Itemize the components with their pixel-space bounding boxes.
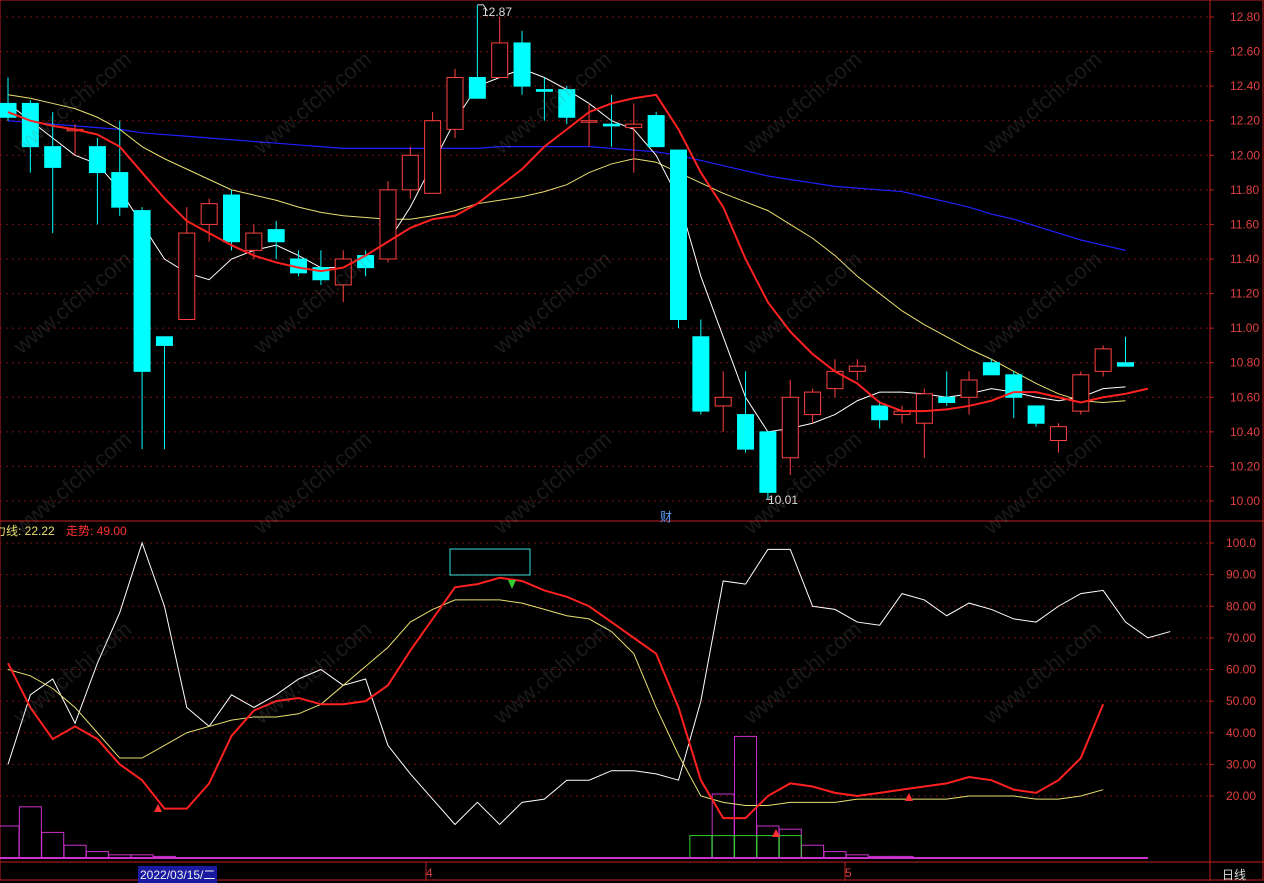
histogram-bar-green: [756, 835, 780, 859]
indicator-tick-label: 30.00: [1226, 757, 1256, 771]
candle-body: [401, 154, 419, 191]
sell-arrow-icon: [508, 580, 516, 589]
histogram-bar: [778, 828, 802, 859]
candle-body: [871, 405, 889, 421]
candle-body: [1049, 426, 1067, 441]
price-tick-label: 10.60: [1230, 390, 1260, 404]
candle-body: [804, 391, 822, 416]
finance-marker[interactable]: 财: [660, 508, 672, 525]
candle-body: [625, 123, 643, 129]
chart-frame: [0, 0, 1264, 881]
histogram-bar: [18, 806, 42, 859]
indicator-legend-line2: 走势: 49.00: [66, 524, 127, 538]
ma-blue-line: [7, 120, 1126, 251]
histogram-bar: [63, 844, 87, 859]
candle-body: [446, 77, 464, 130]
candle-body: [848, 365, 866, 372]
candle-body: [580, 120, 598, 123]
price-tick-label: 11.00: [1230, 321, 1259, 335]
histogram-bar: [801, 844, 825, 859]
candle-body: [1027, 405, 1045, 424]
candle-body: [111, 172, 129, 208]
price-tick-label: 12.60: [1230, 45, 1260, 59]
candle-body: [602, 123, 620, 127]
indicator-yellow-line: [7, 599, 1104, 806]
x-axis-date-label: 2022/03/15/二: [138, 866, 218, 883]
candle-body: [21, 102, 39, 148]
candle-body: [692, 336, 710, 412]
candle-body: [44, 146, 62, 168]
price-tick-label: 11.80: [1230, 183, 1259, 197]
indicator-tick-label: 100.0: [1226, 536, 1256, 550]
candle-body: [334, 258, 352, 286]
low-price-label: 10.01: [768, 493, 799, 507]
price-tick-label: 11.60: [1230, 217, 1259, 231]
candle-body: [1094, 348, 1112, 372]
indicator-tick-label: 40.00: [1226, 726, 1256, 740]
candle-body: [133, 210, 151, 372]
price-tick-label: 10.00: [1230, 494, 1260, 508]
x-axis-month-5: 5: [845, 866, 852, 880]
candle-body: [1072, 374, 1090, 412]
candle-body: [155, 336, 173, 346]
histogram-bar-green: [734, 835, 758, 859]
price-tick-label: 10.20: [1230, 459, 1260, 473]
candle-body: [357, 255, 375, 269]
ma-yellow-line: [7, 94, 1126, 403]
price-tick-label: 10.40: [1230, 425, 1260, 439]
price-tick-label: 11.40: [1230, 252, 1259, 266]
indicator-tick-label: 80.00: [1226, 599, 1256, 613]
period-label[interactable]: 日线: [1222, 866, 1246, 883]
candle-body: [178, 232, 196, 320]
x-axis-month-4: 4: [426, 866, 433, 880]
price-tick-label: 11.20: [1230, 287, 1259, 301]
indicator-legend-line1: 力线: 22.22: [0, 524, 55, 538]
indicator-tick-label: 50.00: [1226, 694, 1256, 708]
candle-body: [781, 396, 799, 459]
indicator-tick-label: 60.00: [1226, 663, 1256, 677]
candle-body: [960, 379, 978, 398]
candle-body: [468, 77, 486, 99]
candle-body: [915, 393, 933, 424]
high-price-label: 12.87: [482, 5, 513, 19]
candle-body: [938, 396, 956, 403]
histogram-bar-green: [778, 835, 802, 859]
price-tick-label: 12.20: [1230, 114, 1260, 128]
candle-body: [1117, 362, 1134, 367]
histogram-bar: [41, 831, 65, 859]
candle-body: [245, 232, 263, 251]
price-tick-label: 10.80: [1230, 356, 1260, 370]
price-tick-label: 12.00: [1230, 148, 1260, 162]
buy-arrow-icon: [905, 793, 913, 801]
histogram-bar: [734, 735, 758, 859]
price-tick-label: 12.40: [1230, 79, 1260, 93]
indicator-tick-label: 70.00: [1226, 631, 1256, 645]
price-tick-label: 12.80: [1230, 10, 1260, 24]
candle-body: [223, 194, 240, 243]
histogram-bar: [0, 825, 20, 859]
candle-body: [88, 146, 106, 174]
signal-box: [449, 548, 531, 576]
candle-body: [982, 362, 1000, 376]
stock-chart[interactable]: 12.80 12.60 12.40 12.20 12.00 11.80 11.60 11.40…: [0, 0, 1264, 881]
candle-body: [424, 120, 442, 194]
indicator-tick-label: 90.00: [1226, 568, 1256, 582]
candle-body: [558, 89, 576, 118]
candle-body: [670, 149, 687, 320]
histogram-bar-green: [689, 835, 713, 859]
candle-body: [737, 414, 755, 450]
candle-body: [200, 203, 218, 225]
candle-body: [267, 229, 285, 243]
candle-body: [714, 396, 732, 407]
candle-body: [513, 42, 531, 87]
candle-body: [759, 431, 777, 493]
candle-body: [535, 89, 553, 92]
histogram-bar-green: [711, 835, 735, 859]
indicator-red-line: [7, 576, 1105, 820]
candle-body: [491, 42, 509, 78]
candle-body: [379, 189, 397, 260]
candle-body: [647, 115, 665, 148]
indicator-tick-label: 20.00: [1226, 789, 1256, 803]
